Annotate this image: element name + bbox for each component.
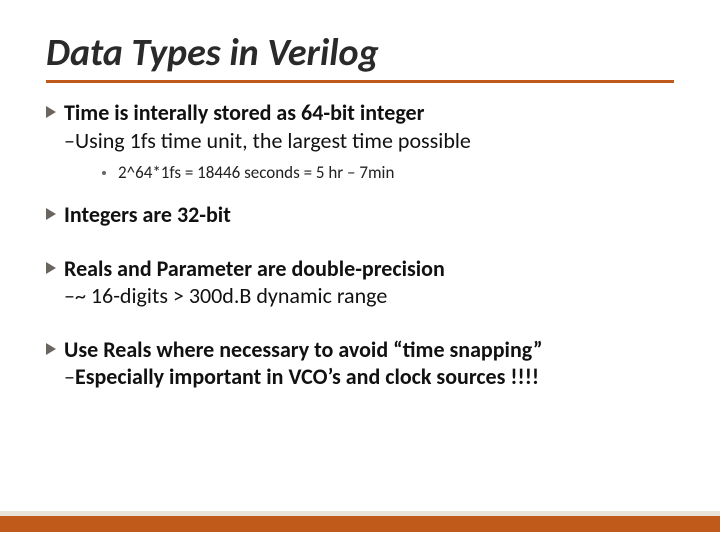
sub-bullet-text: 2^64*1fs = 18446 seconds = 5 hr – 7min bbox=[118, 162, 394, 183]
triangle-bullet-icon bbox=[46, 262, 56, 274]
bullet-line-2: –Especially important in VCO’s and clock… bbox=[64, 363, 674, 391]
triangle-bullet-icon bbox=[46, 343, 56, 355]
bullet-line-1: Time is interally stored as 64-bit integ… bbox=[64, 99, 674, 127]
bullet-line-1: Use Reals where necessary to avoid “time… bbox=[64, 336, 674, 364]
bullet-item: Integers are 32-bit bbox=[46, 201, 674, 229]
dash-icon: – bbox=[64, 282, 75, 309]
bullet-body: Time is interally stored as 64-bit integ… bbox=[64, 99, 674, 154]
bullet-line-2-text: Using 1fs time unit, the largest time po… bbox=[75, 127, 471, 154]
slide-content: Time is interally stored as 64-bit integ… bbox=[46, 99, 674, 391]
bullet-body: Reals and Parameter are double-precision… bbox=[64, 255, 674, 310]
bullet-line-2: –Using 1fs time unit, the largest time p… bbox=[64, 127, 674, 155]
bullet-body: Integers are 32-bit bbox=[64, 201, 674, 229]
footer-bar bbox=[0, 516, 720, 532]
bullet-line-1: Integers are 32-bit bbox=[64, 201, 674, 229]
bullet-line-1: Reals and Parameter are double-precision bbox=[64, 255, 674, 283]
dash-icon: – bbox=[64, 363, 75, 390]
dot-bullet-icon bbox=[102, 171, 106, 175]
bullet-line-2-text: ~ 16-digits > 300d.B dynamic range bbox=[75, 282, 387, 309]
bullet-line-2: –~ 16-digits > 300d.B dynamic range bbox=[64, 282, 674, 310]
bullet-item: Use Reals where necessary to avoid “time… bbox=[46, 336, 674, 391]
bullet-body: Use Reals where necessary to avoid “time… bbox=[64, 336, 674, 391]
bullet-line-2-text: Especially important in VCO’s and clock … bbox=[75, 363, 539, 390]
slide: Data Types in Verilog Time is interally … bbox=[0, 0, 720, 540]
bullet-item: Time is interally stored as 64-bit integ… bbox=[46, 99, 674, 154]
dash-icon: – bbox=[64, 127, 75, 154]
triangle-bullet-icon bbox=[46, 208, 56, 220]
sub-bullet-item: 2^64*1fs = 18446 seconds = 5 hr – 7min bbox=[102, 162, 674, 183]
triangle-bullet-icon bbox=[46, 106, 56, 118]
slide-title: Data Types in Verilog bbox=[46, 30, 674, 83]
bullet-item: Reals and Parameter are double-precision… bbox=[46, 255, 674, 310]
